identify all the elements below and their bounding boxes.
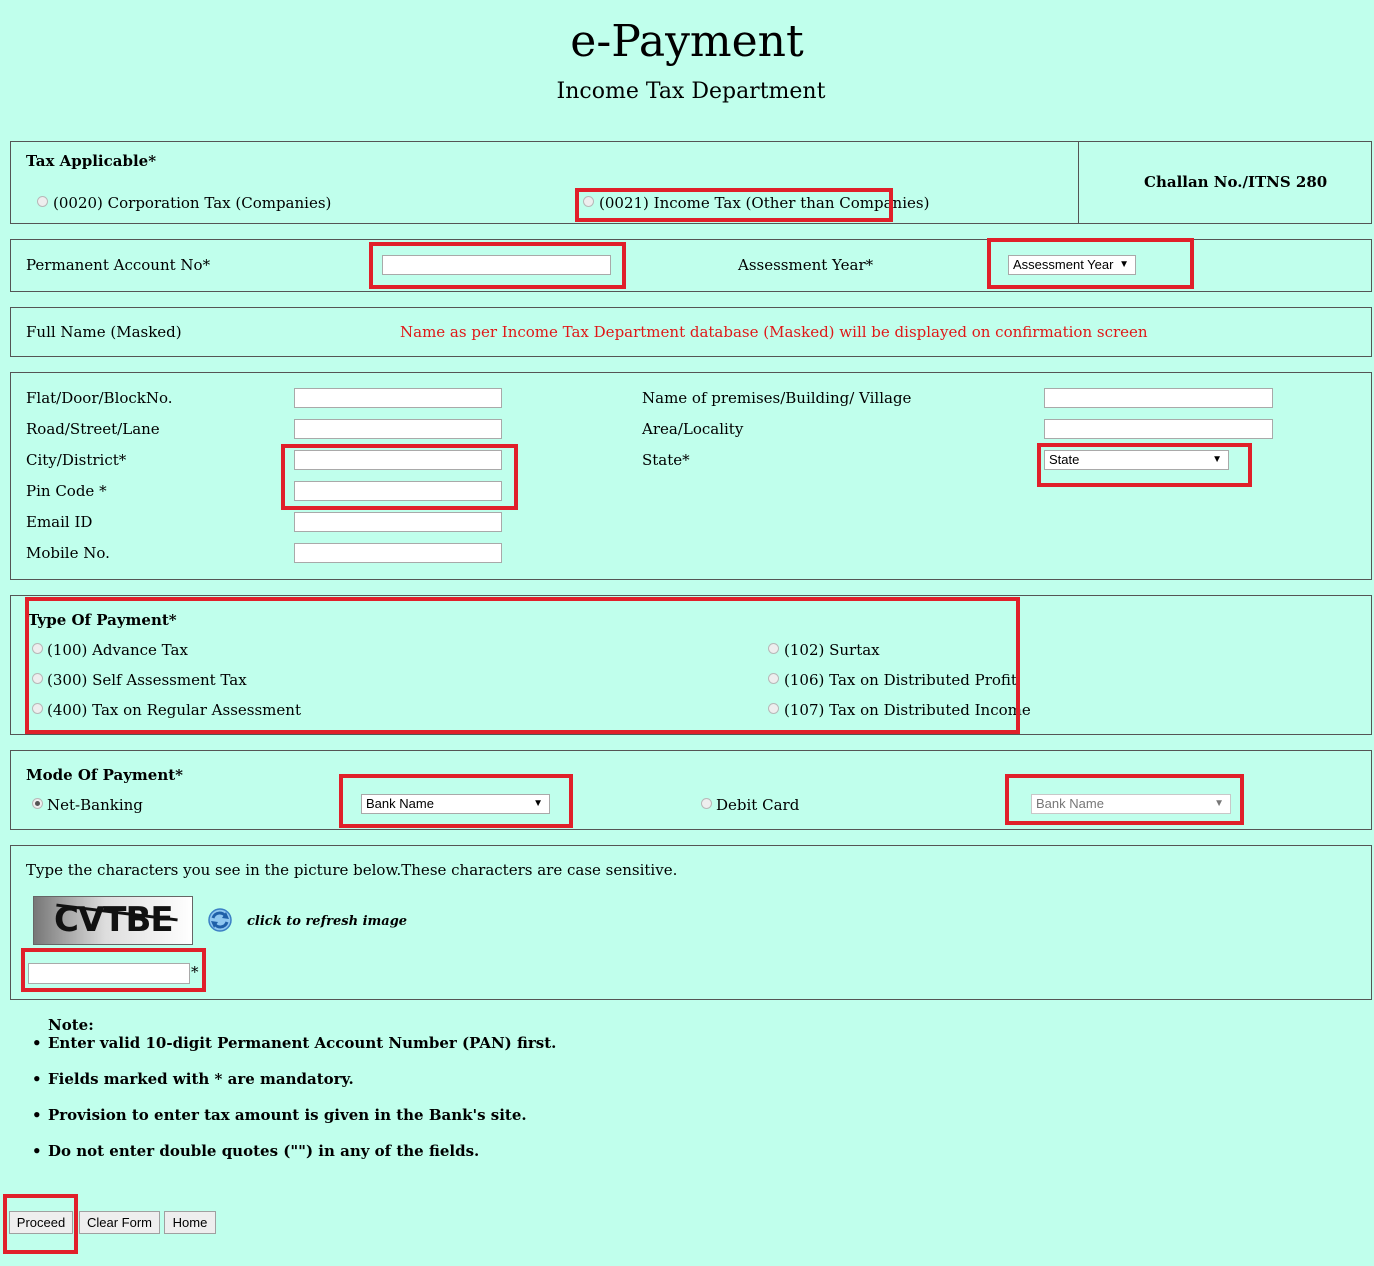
regular-assessment-radio[interactable]: [32, 703, 43, 714]
bullet: •: [32, 1106, 42, 1124]
distributed-income-label[interactable]: (107) Tax on Distributed Income: [784, 701, 1031, 719]
city-label: City/District*: [26, 451, 127, 469]
net-banking-bank-value: Bank Name: [366, 796, 434, 811]
home-button[interactable]: Home: [164, 1211, 216, 1234]
self-assessment-radio[interactable]: [32, 673, 43, 684]
net-banking-bank-select[interactable]: Bank Name ▼: [361, 794, 550, 814]
payment-type-label: Type Of Payment*: [28, 611, 177, 629]
refresh-icon[interactable]: [207, 907, 233, 933]
debit-card-bank-select[interactable]: Bank Name ▼: [1031, 794, 1231, 814]
note-text: Provision to enter tax amount is given i…: [48, 1106, 527, 1124]
self-assessment-label[interactable]: (300) Self Assessment Tax: [47, 671, 247, 689]
note-text: Do not enter double quotes ("") in any o…: [48, 1142, 480, 1160]
chevron-down-icon: ▼: [1119, 259, 1129, 270]
regular-assessment-label[interactable]: (400) Tax on Regular Assessment: [47, 701, 301, 719]
city-input[interactable]: [294, 450, 502, 470]
email-label: Email ID: [26, 513, 93, 531]
bullet: •: [32, 1034, 42, 1052]
tax-applicable-label: Tax Applicable*: [26, 152, 157, 170]
full-name-note: Name as per Income Tax Department databa…: [400, 323, 1148, 341]
area-input[interactable]: [1044, 419, 1273, 439]
distributed-profit-radio[interactable]: [768, 673, 779, 684]
payment-mode-section: [10, 750, 1372, 830]
debit-card-label[interactable]: Debit Card: [716, 796, 799, 814]
section-divider: [1078, 141, 1079, 224]
surtax-label[interactable]: (102) Surtax: [784, 641, 880, 659]
pin-label: Pin Code *: [26, 482, 107, 500]
pan-label: Permanent Account No*: [26, 256, 211, 274]
pan-section: [10, 239, 1372, 292]
pin-input[interactable]: [294, 481, 502, 501]
captcha-input[interactable]: [28, 963, 190, 984]
bullet: •: [32, 1070, 42, 1088]
note-item: • Provision to enter tax amount is given …: [32, 1106, 527, 1124]
payment-mode-label: Mode Of Payment*: [26, 766, 184, 784]
advance-tax-radio[interactable]: [32, 643, 43, 654]
bullet: •: [32, 1142, 42, 1160]
state-label: State*: [642, 451, 690, 469]
chevron-down-icon: ▼: [1212, 454, 1222, 465]
area-label: Area/Locality: [642, 420, 744, 438]
full-name-label: Full Name (Masked): [26, 323, 182, 341]
corporation-tax-label[interactable]: (0020) Corporation Tax (Companies): [53, 194, 331, 212]
road-input[interactable]: [294, 419, 502, 439]
note-text: Fields marked with * are mandatory.: [48, 1070, 354, 1088]
challan-label: Challan No./ITNS 280: [1144, 173, 1328, 191]
page-title: e-Payment: [570, 16, 804, 67]
premises-input[interactable]: [1044, 388, 1273, 408]
captcha-required-mark: *: [191, 963, 199, 981]
note-item: • Fields marked with * are mandatory.: [32, 1070, 354, 1088]
road-label: Road/Street/Lane: [26, 420, 160, 438]
captcha-image: CVTBE: [33, 896, 193, 945]
distributed-profit-label[interactable]: (106) Tax on Distributed Profit: [784, 671, 1017, 689]
surtax-radio[interactable]: [768, 643, 779, 654]
premises-label: Name of premises/Building/ Village: [642, 389, 912, 407]
pan-input[interactable]: [382, 255, 611, 275]
email-input[interactable]: [294, 512, 502, 532]
note-item: • Enter valid 10-digit Permanent Account …: [32, 1034, 556, 1052]
clear-form-button[interactable]: Clear Form: [79, 1211, 160, 1234]
income-tax-radio[interactable]: [583, 196, 594, 207]
state-select-value: State: [1049, 452, 1080, 467]
debit-card-bank-value: Bank Name: [1036, 796, 1104, 811]
corporation-tax-radio[interactable]: [37, 196, 48, 207]
page-subtitle: Income Tax Department: [556, 79, 826, 104]
net-banking-label[interactable]: Net-Banking: [47, 796, 143, 814]
captcha-instruction: Type the characters you see in the pictu…: [26, 861, 678, 879]
state-select[interactable]: State ▼: [1044, 450, 1229, 470]
debit-card-radio[interactable]: [701, 798, 712, 809]
assessment-year-label: Assessment Year*: [738, 256, 874, 274]
notes-heading: Note:: [48, 1016, 94, 1034]
assessment-year-select-value: Assessment Year: [1013, 257, 1114, 272]
note-text: Enter valid 10-digit Permanent Account N…: [48, 1034, 557, 1052]
proceed-button[interactable]: Proceed: [9, 1211, 73, 1234]
flat-input[interactable]: [294, 388, 502, 408]
flat-label: Flat/Door/BlockNo.: [26, 389, 173, 407]
mobile-label: Mobile No.: [26, 544, 110, 562]
note-item: • Do not enter double quotes ("") in any …: [32, 1142, 479, 1160]
chevron-down-icon: ▼: [533, 798, 543, 809]
chevron-down-icon: ▼: [1214, 798, 1224, 809]
income-tax-label[interactable]: (0021) Income Tax (Other than Companies): [599, 194, 929, 212]
refresh-link[interactable]: click to refresh image: [247, 913, 407, 931]
assessment-year-select[interactable]: Assessment Year ▼: [1008, 255, 1136, 275]
distributed-income-radio[interactable]: [768, 703, 779, 714]
net-banking-radio[interactable]: [32, 798, 43, 809]
advance-tax-label[interactable]: (100) Advance Tax: [47, 641, 188, 659]
mobile-input[interactable]: [294, 543, 502, 563]
